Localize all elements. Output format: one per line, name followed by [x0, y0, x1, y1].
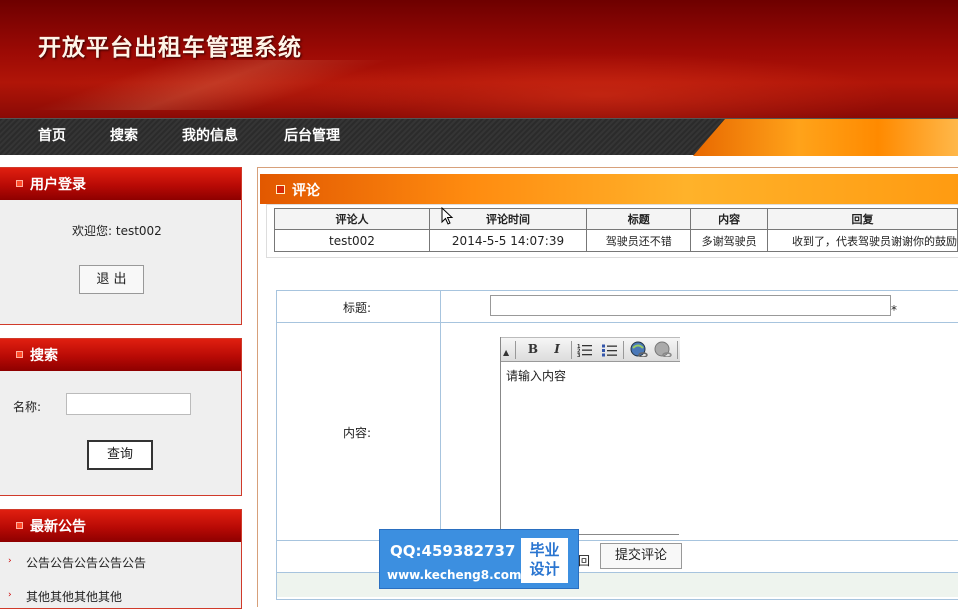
header-decoration [0, 60, 420, 110]
form-divider [440, 290, 441, 541]
required-mark: * [891, 303, 897, 317]
search-panel-header: 搜索 [0, 339, 241, 371]
square-bullet-icon [276, 185, 285, 194]
arrow-bullet-icon: › [8, 590, 12, 600]
unlink-icon[interactable] [654, 341, 672, 357]
table-cell: test002 [274, 229, 430, 252]
editor-content[interactable]: 请输入内容 [506, 367, 566, 384]
watermark-banner: QQ:459382737 www.kecheng8.com 毕业 设计 [379, 529, 579, 589]
welcome-text: 欢迎您: test002 [72, 224, 162, 238]
nav-item-search[interactable]: 搜索 [110, 125, 138, 145]
search-name-label: 名称: [13, 400, 42, 414]
bold-icon[interactable]: B [526, 342, 540, 358]
watermark-qq: QQ:459382737 [390, 542, 516, 560]
content-label: 内容: [343, 426, 372, 440]
comment-panel-title: 评论 [292, 183, 320, 199]
nav-item-home[interactable]: 首页 [38, 125, 66, 145]
notice-panel-title: 最新公告 [30, 519, 86, 535]
editor-toolbar: ▲ B I 123 [501, 337, 680, 362]
login-panel-header: 用户登录 [0, 168, 241, 200]
login-panel-title: 用户登录 [30, 177, 86, 193]
notice-item[interactable]: 其他其他其他其他 [26, 588, 122, 605]
watermark-badge-line: 设计 [529, 560, 560, 578]
collapse-icon[interactable]: ▲ [503, 348, 509, 364]
ordered-list-icon[interactable]: 123 [577, 343, 593, 359]
table-row: test002 2014-5-5 14:07:39 驾驶员还不错 多谢驾驶员 收… [274, 229, 958, 252]
watermark-badge-line: 毕业 [529, 541, 560, 559]
submit-comment-button[interactable]: 提交评论 [600, 543, 682, 569]
title-label: 标题: [343, 301, 372, 315]
comments-table: 评论人 评论时间 标题 内容 回复 test002 2014-5-5 14:07… [274, 208, 958, 252]
rich-text-editor[interactable]: ▲ B I 123 请输入内容 [500, 337, 680, 535]
nav-item-admin[interactable]: 后台管理 [284, 125, 340, 145]
toolbar-separator [677, 341, 678, 359]
column-header: 标题 [586, 208, 692, 230]
notice-item[interactable]: 公告公告公告公告公告 [26, 554, 146, 571]
search-panel: 搜索 名称: 查询 [0, 338, 242, 496]
form-divider [276, 322, 958, 323]
site-header: 开放平台出租车管理系统 [0, 0, 958, 118]
watermark-url: www.kecheng8.com [387, 568, 522, 582]
toolbar-separator [623, 341, 624, 359]
nav-item-my-info[interactable]: 我的信息 [182, 125, 238, 145]
site-title: 开放平台出租车管理系统 [38, 34, 302, 61]
reset-button-partial[interactable]: 回 [578, 552, 590, 569]
logout-button[interactable]: 退 出 [79, 265, 144, 294]
table-cell: 驾驶员还不错 [586, 229, 692, 252]
toolbar-separator [571, 341, 572, 359]
search-panel-title: 搜索 [30, 348, 58, 364]
main-navbar: 首页 搜索 我的信息 后台管理 [0, 118, 958, 156]
query-button[interactable]: 查询 [87, 440, 153, 470]
watermark-badge: 毕业 设计 [521, 538, 568, 583]
column-header: 回复 [766, 208, 958, 230]
table-cell: 收到了，代表驾驶员谢谢你的鼓励 [766, 229, 958, 252]
italic-icon[interactable]: I [550, 342, 564, 358]
login-panel: 用户登录 欢迎您: test002 退 出 [0, 167, 242, 325]
toolbar-separator [515, 341, 516, 359]
arrow-bullet-icon: › [8, 556, 12, 566]
square-bullet-icon [16, 522, 23, 529]
square-bullet-icon [16, 180, 23, 187]
table-cell: 多谢驾驶员 [690, 229, 768, 252]
link-icon[interactable] [630, 341, 648, 357]
unordered-list-icon[interactable] [602, 343, 618, 359]
notice-panel: 最新公告 › 公告公告公告公告公告 › 其他其他其他其他 [0, 509, 242, 609]
column-header: 评论人 [274, 208, 430, 230]
svg-text:3: 3 [577, 353, 581, 359]
table-cell: 2014-5-5 14:07:39 [428, 229, 588, 252]
comment-panel-header: 评论 [260, 174, 958, 204]
notice-panel-header: 最新公告 [0, 510, 241, 542]
mouse-cursor-icon [441, 207, 454, 225]
column-header: 内容 [690, 208, 768, 230]
title-input[interactable] [490, 295, 891, 316]
square-bullet-icon [16, 351, 23, 358]
search-name-input[interactable] [66, 393, 191, 415]
table-header-row: 评论人 评论时间 标题 内容 回复 [274, 208, 958, 230]
navbar-decoration [693, 119, 958, 156]
